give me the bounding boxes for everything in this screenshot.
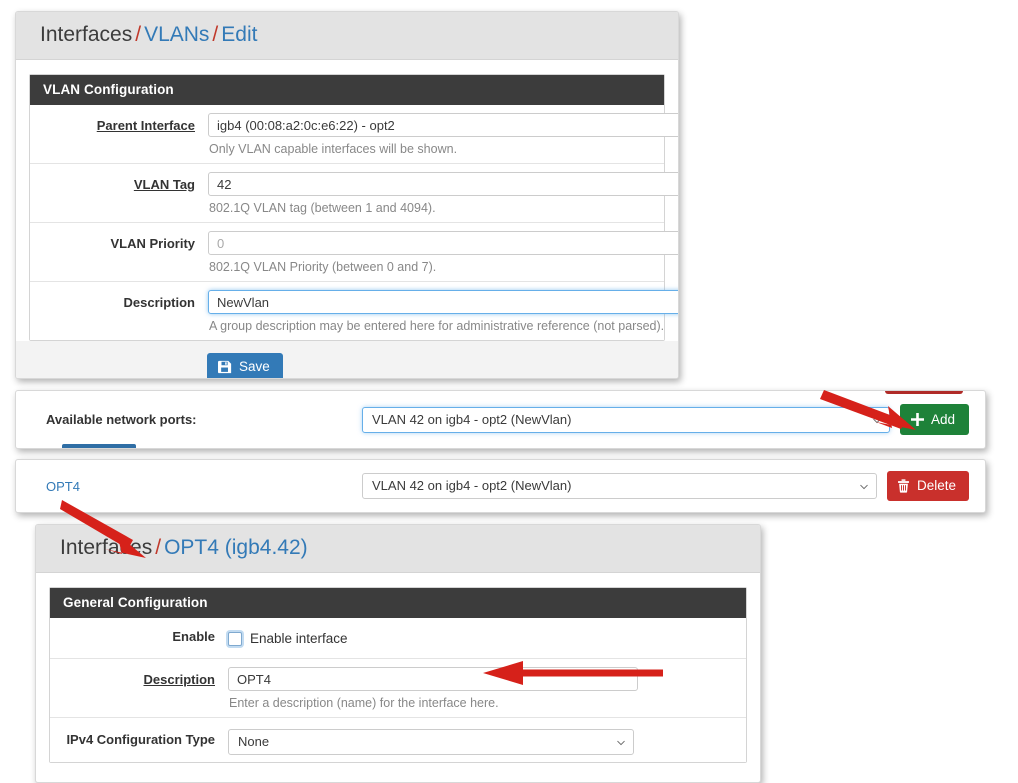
general-configuration-panel: General Configuration Enable Enable inte… [49, 587, 747, 764]
opt4-interface-card: Interfaces / OPT4 (igb4.42) General Config… [35, 524, 761, 783]
description-help: A group description may be entered here … [209, 319, 665, 334]
floppy-disk-icon [218, 360, 232, 374]
parent-interface-select[interactable]: igb4 (00:08:a2:0c:e6:22) - opt2 [208, 113, 678, 138]
save-button-label: Save [239, 359, 270, 375]
enable-interface-checkbox[interactable] [228, 631, 242, 646]
description-control: NewVlan A group description may be enter… [208, 282, 678, 340]
breadcrumb-separator: / [135, 23, 142, 46]
vlan-button-row: Save [16, 341, 678, 378]
add-button[interactable]: Add [899, 403, 969, 436]
opt4-panel-body: Enable Enable interface Description OPT4… [50, 618, 746, 763]
vlan-tag-label: VLAN Tag [133, 177, 195, 193]
available-network-ports-label: Available network ports: [46, 412, 197, 427]
parent-interface-label: Parent Interface [96, 118, 195, 134]
breadcrumb-root: Interfaces [40, 23, 133, 46]
vlan-tag-input[interactable]: 42 [208, 172, 678, 197]
delete-button[interactable]: Delete [886, 471, 969, 501]
chevron-down-icon [873, 418, 881, 423]
ipv4-config-type-control: None [228, 718, 746, 762]
trash-icon [897, 479, 910, 493]
vlan-configuration-panel: VLAN Configuration Parent Interface igb4… [29, 74, 678, 342]
breadcrumb-separator-2: / [212, 23, 219, 46]
enable-interface-label: Enable interface [250, 631, 348, 647]
vlan-tag-help: 802.1Q VLAN tag (between 1 and 4094). [209, 201, 436, 216]
form-row-enable: Enable Enable interface [50, 618, 746, 660]
save-button[interactable]: Save [207, 353, 283, 378]
ipv4-config-type-label: IPv4 Configuration Type [66, 732, 215, 748]
breadcrumb-vlans-link[interactable]: VLANs [144, 23, 209, 46]
breadcrumb: Interfaces / VLANs / Edit [16, 12, 678, 61]
vlan-tag-control: 42 802.1Q VLAN tag (between 1 and 4094). [208, 164, 678, 222]
opt4-breadcrumb-separator: / [155, 536, 162, 559]
form-row-vlan-priority: VLAN Priority 0 802.1Q VLAN Priority (be… [30, 223, 678, 283]
vlan-edit-card: Interfaces / VLANs / Edit VLAN Configuration… [15, 11, 679, 379]
opt4-description-control: OPT4 Enter a description (name) for the … [228, 659, 746, 717]
vlan-priority-input[interactable]: 0 [208, 231, 678, 256]
delete-button-partial-above [885, 391, 963, 394]
chevron-down-icon [860, 484, 868, 490]
form-row-ipv4-config-type: IPv4 Configuration Type None [50, 718, 746, 762]
available-ports-selected-value: VLAN 42 on igb4 - opt2 (NewVlan) [372, 411, 572, 427]
opt4-breadcrumb-root: Interfaces [60, 536, 153, 559]
available-ports-select[interactable]: VLAN 42 on igb4 - opt2 (NewVlan) [362, 406, 890, 433]
enable-control: Enable interface [228, 618, 746, 658]
opt4-description-help: Enter a description (name) for the inter… [229, 696, 499, 711]
opt4-assignment-row: OPT4 VLAN 42 on igb4 - opt2 (NewVlan) De… [16, 471, 985, 501]
breadcrumb-edit-link[interactable]: Edit [221, 23, 257, 46]
chevron-down-icon [617, 740, 625, 746]
active-tab-indicator [62, 444, 136, 448]
opt4-breadcrumb: Interfaces / OPT4 (igb4.42) [36, 525, 760, 574]
opt4-breadcrumb-current[interactable]: OPT4 (igb4.42) [164, 536, 308, 559]
form-row-parent-interface: Parent Interface igb4 (00:08:a2:0c:e6:22… [30, 105, 678, 165]
opt4-assignment-card: OPT4 VLAN 42 on igb4 - opt2 (NewVlan) De… [15, 459, 986, 513]
opt4-port-select[interactable]: VLAN 42 on igb4 - opt2 (NewVlan) [362, 473, 877, 499]
opt4-interface-link[interactable]: OPT4 [32, 479, 362, 494]
opt4-description-input[interactable]: OPT4 [228, 667, 638, 692]
ipv4-config-type-select[interactable]: None [228, 729, 634, 756]
available-ports-row: Available network ports: VLAN 42 on igb4… [16, 403, 985, 436]
vlan-priority-control: 0 802.1Q VLAN Priority (between 0 and 7)… [208, 223, 678, 281]
description-label: Description [123, 295, 195, 311]
delete-button-label: Delete [916, 478, 956, 494]
parent-interface-help: Only VLAN capable interfaces will be sho… [209, 142, 458, 157]
opt4-panel-title: General Configuration [50, 588, 746, 619]
panel-body: Parent Interface igb4 (00:08:a2:0c:e6:22… [30, 105, 678, 341]
panel-title: VLAN Configuration [30, 75, 664, 106]
form-row-description: Description NewVlan A group description … [30, 282, 678, 340]
enable-interface-checkbox-row[interactable]: Enable interface [228, 628, 746, 646]
form-row-vlan-tag: VLAN Tag 42 802.1Q VLAN tag (between 1 a… [30, 164, 678, 224]
opt4-description-label: Description [143, 672, 215, 688]
description-input[interactable]: NewVlan [208, 290, 678, 315]
add-button-label: Add [930, 411, 955, 427]
parent-interface-control: igb4 (00:08:a2:0c:e6:22) - opt2 Only VLA… [208, 105, 678, 163]
ipv4-config-type-value: None [238, 734, 270, 750]
vlan-priority-help: 802.1Q VLAN Priority (between 0 and 7). [209, 260, 437, 275]
form-row-opt4-description: Description OPT4 Enter a description (na… [50, 659, 746, 719]
enable-label: Enable [172, 629, 215, 645]
vlan-priority-label: VLAN Priority [110, 236, 195, 252]
opt4-port-selected-value: VLAN 42 on igb4 - opt2 (NewVlan) [372, 478, 572, 493]
available-ports-card: Available network ports: VLAN 42 on igb4… [15, 390, 986, 449]
plus-icon [910, 413, 924, 426]
